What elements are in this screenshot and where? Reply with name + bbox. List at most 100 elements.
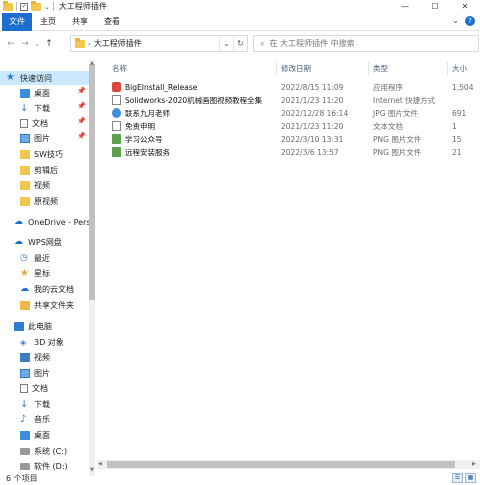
sidebar-item-videos-folder[interactable]: 视频 [20, 178, 50, 192]
sidebar-scrollbar-thumb[interactable] [89, 64, 95, 300]
sidebar-item-label: 音乐 [34, 414, 50, 424]
sidebar-item-pictures[interactable]: 图片 [20, 131, 50, 145]
column-header-name[interactable]: 名称 [112, 63, 127, 75]
tab-share[interactable]: 共享 [64, 13, 96, 31]
sidebar-item-videos[interactable]: 视频 [20, 350, 50, 364]
sidebar-item-label: 视频 [34, 352, 50, 362]
horizontal-scrollbar-thumb[interactable] [107, 461, 455, 468]
sidebar-item-label: 图片 [34, 133, 50, 143]
desktop-icon [20, 88, 30, 98]
folder-icon [20, 149, 30, 159]
sidebar-item-label: 视频 [34, 180, 50, 190]
sidebar-item-downloads-pc[interactable]: ↓ 下载 [20, 397, 50, 411]
scroll-left-icon[interactable]: ◀ [98, 461, 102, 467]
pin-icon[interactable]: 📌 [77, 132, 86, 140]
pc-icon [14, 321, 24, 331]
column-divider[interactable] [368, 62, 369, 76]
music-icon: ♪ [20, 413, 27, 425]
column-header-type[interactable]: 类型 [373, 63, 388, 75]
tab-home[interactable]: 主页 [32, 13, 64, 31]
address-bar[interactable]: › 大工程师插件 ⌄ ↻ [70, 35, 248, 52]
sidebar-item-music[interactable]: ♪ 音乐 [20, 412, 50, 426]
column-divider[interactable] [447, 62, 448, 76]
up-button[interactable]: ↑ [42, 39, 56, 49]
sidebar-item-drive-d[interactable]: 软件 (D:) [20, 459, 68, 473]
folder-icon [20, 165, 30, 175]
properties-icon[interactable]: ✓ [20, 2, 28, 11]
new-folder-icon[interactable] [31, 0, 41, 11]
details-view-button[interactable]: ☰ [452, 473, 463, 483]
folder-icon [3, 0, 13, 11]
sidebar-item-label: 软件 (D:) [34, 461, 68, 471]
sidebar-item-label: 文档 [32, 383, 48, 393]
sidebar-item-starred[interactable]: ★ 星标 [20, 266, 50, 280]
scroll-right-icon[interactable]: ▶ [472, 461, 476, 467]
file-row[interactable]: 免责申明 2021/1/23 11:20 文本文档 1 [105, 121, 480, 133]
pin-icon[interactable]: 📌 [77, 117, 86, 125]
sidebar-item-label: 此电脑 [28, 321, 52, 331]
sidebar-item-cloud-docs[interactable]: ☁ 我的云文档 [20, 282, 74, 296]
sidebar-item-label: 桌面 [34, 430, 50, 440]
sidebar-item-label: 系统 (C:) [34, 446, 68, 456]
window-title: 大工程师插件 [58, 2, 107, 11]
sidebar-item-desktop[interactable]: 桌面 [20, 86, 50, 100]
file-row[interactable]: 学习公众号 2022/3/10 13:31 PNG 图片文件 15 [105, 134, 480, 146]
pictures-icon [20, 368, 30, 378]
sidebar-item-3d-objects[interactable]: ◈ 3D 对象 [20, 335, 64, 349]
forward-button[interactable]: → [18, 39, 32, 49]
sidebar-item-documents[interactable]: 文档 [20, 116, 48, 130]
sidebar-item-label: 图片 [34, 368, 50, 378]
file-row[interactable]: 联系九月老师 2022/12/28 16:14 JPG 图片文件 691 [105, 108, 480, 120]
search-input[interactable]: ⌕ 在 大工程师插件 中搜索 [253, 35, 479, 52]
sidebar-item-recent[interactable]: ◷ 最近 [20, 251, 50, 265]
chevron-down-icon[interactable]: ⌄ [44, 3, 50, 11]
shared-folder-icon [20, 300, 30, 310]
file-row[interactable]: 远程安装服务 2022/3/6 13:57 PNG 图片文件 21 [105, 147, 480, 159]
back-button[interactable]: ← [4, 39, 18, 49]
folder-icon [20, 196, 30, 206]
sidebar-item-onedrive[interactable]: ☁ OneDrive - Pers [14, 215, 91, 229]
column-header-date[interactable]: 修改日期 [281, 63, 311, 75]
sidebar-item-label: OneDrive - Pers [28, 217, 91, 227]
sidebar-item-label: SW技巧 [34, 149, 63, 159]
sidebar-item-shared-folder[interactable]: 共享文件夹 [20, 298, 74, 312]
large-icons-view-button[interactable]: ▦ [465, 473, 476, 483]
minimize-button[interactable]: — [390, 0, 420, 13]
expand-ribbon-icon[interactable]: ⌄ [452, 16, 459, 26]
sidebar-item-raw-videos[interactable]: 原视频 [20, 194, 58, 208]
chevron-right-icon[interactable]: › [88, 40, 91, 48]
sidebar-item-quick-access[interactable]: ★ 快速访问 [0, 71, 89, 85]
close-button[interactable]: ✕ [450, 0, 480, 13]
sidebar-item-edited[interactable]: 剪辑后 [20, 163, 58, 177]
sidebar-item-desktop-pc[interactable]: 桌面 [20, 428, 50, 442]
sidebar-item-label: 下载 [34, 399, 50, 409]
sidebar-item-pictures-pc[interactable]: 图片 [20, 366, 50, 380]
address-dropdown-button[interactable]: ⌄ [219, 36, 233, 51]
sidebar-item-documents-pc[interactable]: 文档 [20, 381, 48, 395]
scroll-up-icon[interactable]: ▲ [89, 60, 95, 66]
file-row[interactable]: Solidworks-2020机械画图视频教程全集 2021/1/23 11:2… [105, 95, 480, 107]
tab-file[interactable]: 文件 [2, 12, 32, 31]
recent-locations-button[interactable]: ⌄ [32, 40, 42, 48]
item-count: 6 个项目 [6, 474, 38, 483]
sidebar-item-this-pc[interactable]: 此电脑 [14, 319, 52, 333]
column-header-size[interactable]: 大小 [452, 63, 467, 75]
sidebar-item-sw-tips[interactable]: SW技巧 [20, 147, 63, 161]
drive-icon [20, 447, 30, 455]
column-divider[interactable] [276, 62, 277, 76]
pin-icon[interactable]: 📌 [77, 102, 86, 110]
help-icon[interactable]: ? [465, 16, 475, 26]
maximize-button[interactable]: ☐ [420, 0, 450, 13]
tab-view[interactable]: 查看 [96, 13, 128, 31]
refresh-button[interactable]: ↻ [233, 36, 247, 51]
sidebar-item-label: 剪辑后 [34, 165, 58, 175]
pin-icon[interactable]: 📌 [77, 87, 86, 95]
download-icon: ↓ [20, 398, 29, 410]
sidebar-item-downloads[interactable]: ↓ 下载 [20, 101, 50, 115]
sidebar-item-drive-c[interactable]: 系统 (C:) [20, 444, 67, 458]
sidebar-item-wps-cloud[interactable]: ☁ WPS网盘 [14, 235, 62, 249]
address-text[interactable]: 大工程师插件 [94, 38, 142, 49]
text-file-icon [112, 121, 121, 131]
sidebar-item-label: 桌面 [34, 88, 50, 98]
file-row[interactable]: BigEInstall_Release 2022/8/15 11:09 应用程序… [105, 82, 480, 94]
